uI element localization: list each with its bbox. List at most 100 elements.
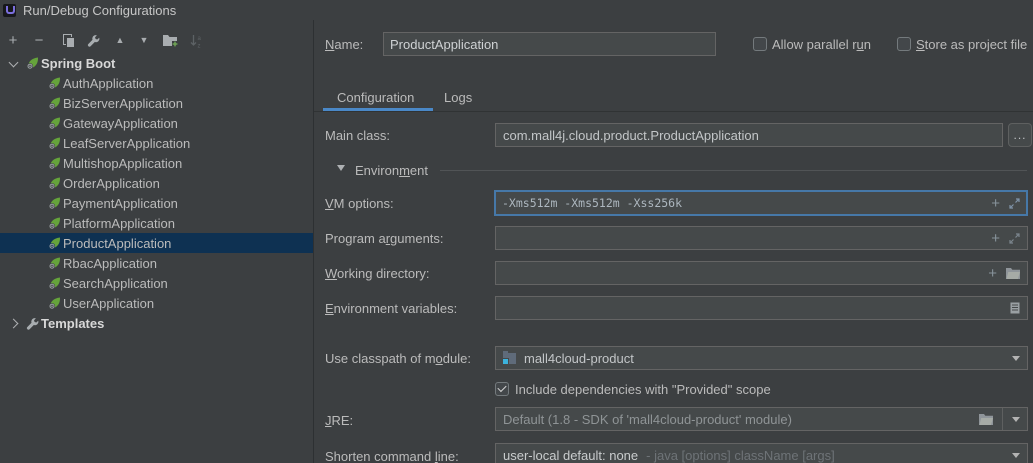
add-macro-icon[interactable]: + [988,267,997,280]
spring-boot-icon [48,117,61,130]
jre-label: JRE: [325,413,353,428]
spring-boot-icon [48,217,61,230]
tree-item-rbacapplication[interactable]: RbacApplication [0,253,313,273]
tree-item-orderapplication[interactable]: OrderApplication [0,173,313,193]
store-as-project-file-label: Store as project file [916,37,1027,52]
tree-item-paymentapplication[interactable]: PaymentApplication [0,193,313,213]
main-class-browse-button[interactable]: ... [1008,123,1032,147]
spring-boot-icon [48,297,61,310]
tree-item-label: Spring Boot [41,56,115,71]
use-classpath-combobox[interactable]: mall4cloud-product [495,346,1028,370]
program-arguments-label: Program arguments: [325,231,444,246]
tree-item-multishopapplication[interactable]: MultishopApplication [0,153,313,173]
combo-arrow-icon[interactable] [1012,356,1020,361]
working-directory-input[interactable]: + [495,261,1028,285]
vm-options-label: VM options: [325,196,394,211]
combo-divider [1002,408,1003,430]
tree-item-label: PlatformApplication [63,216,175,231]
arrow-down-icon: ▼ [140,33,149,48]
allow-parallel-run-label: Allow parallel run [772,37,871,52]
copy-configuration-button[interactable] [59,32,77,49]
add-button[interactable]: + [4,32,22,49]
move-up-button[interactable]: ▲ [111,32,129,49]
spring-boot-icon [48,177,61,190]
tree-item-label: AuthApplication [63,76,153,91]
tree-item-leafserverapplication[interactable]: LeafServerApplication [0,133,313,153]
svg-text:a: a [197,36,201,42]
browse-variables-icon[interactable] [1010,302,1020,314]
tree-item-userapplication[interactable]: UserApplication [0,293,313,313]
chevron-right-icon[interactable] [9,318,19,328]
vm-options-input[interactable]: -Xms512m -Xms512m -Xss256k + [494,190,1028,216]
program-arguments-input[interactable]: + [495,226,1028,250]
chevron-down-icon[interactable] [9,57,19,67]
arrow-up-icon: ▲ [116,33,125,48]
store-as-project-file-checkbox[interactable] [897,37,911,51]
spring-boot-icon [48,157,61,170]
allow-parallel-run-checkbox[interactable] [753,37,767,51]
expand-field-icon[interactable] [1009,233,1020,244]
remove-button[interactable]: − [30,32,48,49]
tree-item-label: OrderApplication [63,176,160,191]
use-classpath-label: Use classpath of module: [325,351,471,366]
tree-item-label: SearchApplication [63,276,168,291]
tree-item-label: LeafServerApplication [63,136,190,151]
create-folder-button[interactable] [161,32,179,49]
tab-configuration[interactable]: Configuration [337,90,414,105]
tree-item-productapplication[interactable]: ProductApplication [0,233,313,253]
module-icon [503,353,516,364]
environment-section-title: Environment [355,163,428,178]
include-provided-label: Include dependencies with "Provided" sco… [515,382,771,397]
main-class-input[interactable]: com.mall4j.cloud.product.ProductApplicat… [495,123,1003,147]
edit-templates-button[interactable] [84,32,102,49]
folder-icon[interactable] [1006,268,1020,279]
name-input[interactable] [383,32,716,56]
combo-arrow-icon[interactable] [1012,417,1020,422]
panel-divider[interactable] [313,20,314,463]
tree-item-label: ProductApplication [63,236,171,251]
minus-icon: − [35,33,44,48]
add-macro-icon[interactable]: + [991,232,1000,245]
combo-arrow-icon[interactable] [1012,453,1020,458]
move-down-button[interactable]: ▼ [135,32,153,49]
expand-field-icon[interactable] [1009,198,1020,209]
sort-configurations-button[interactable]: az [187,32,205,49]
copy-icon [62,34,75,48]
jre-combobox[interactable]: Default (1.8 - SDK of 'mall4cloud-produc… [495,407,1028,431]
tree-item-label: GatewayApplication [63,116,178,131]
add-macro-icon[interactable]: + [991,197,1000,210]
environment-variables-label: Environment variables: [325,301,457,316]
folder-plus-icon [163,34,178,47]
spring-boot-icon [48,237,61,250]
environment-variables-input[interactable] [495,296,1028,320]
tree-item-label: MultishopApplication [63,156,182,171]
tree-item-label: Templates [41,316,104,331]
wrench-icon [26,317,39,330]
tree-item-platformapplication[interactable]: PlatformApplication [0,213,313,233]
shorten-command-line-combobox[interactable]: user-local default: none - java [options… [495,443,1028,463]
tab-logs[interactable]: Logs [444,90,472,105]
tree-item-label: UserApplication [63,296,154,311]
tree-item-bizserverapplication[interactable]: BizServerApplication [0,93,313,113]
tree-item-gatewayapplication[interactable]: GatewayApplication [0,113,313,133]
spring-boot-icon [48,277,61,290]
folder-icon[interactable] [979,414,993,425]
environment-collapse-icon[interactable] [337,165,345,171]
tree-item-label: RbacApplication [63,256,157,271]
run-debug-configurations-dialog: Run/Debug Configurations + − ▲ ▼ az Spri… [0,0,1033,463]
tree-item-templates[interactable]: Templates [0,313,313,333]
include-provided-checkbox[interactable] [495,382,509,396]
sort-az-icon: az [190,34,203,48]
spring-boot-icon [48,137,61,150]
environment-section-rule [440,170,1027,171]
spring-boot-icon [48,197,61,210]
title-bar: Run/Debug Configurations [0,0,1033,20]
tree-item-label: BizServerApplication [63,96,183,111]
tabs-separator [314,111,1033,112]
tree-item-authapplication[interactable]: AuthApplication [0,73,313,93]
tree-item-spring-boot[interactable]: Spring Boot [0,53,313,73]
working-directory-label: Working directory: [325,266,430,281]
tree-item-searchapplication[interactable]: SearchApplication [0,273,313,293]
spring-boot-icon [48,77,61,90]
svg-text:z: z [197,43,200,48]
